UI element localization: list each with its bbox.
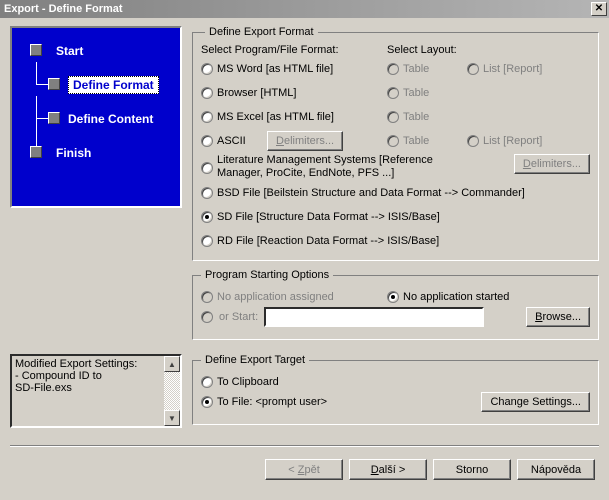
label-table: Table xyxy=(403,87,429,99)
define-format-legend: Define Export Format xyxy=(205,26,318,38)
step-box-icon xyxy=(30,146,42,158)
wizard-step-label: Start xyxy=(56,44,83,58)
label-list-report: List [Report] xyxy=(483,63,542,75)
radio-sd[interactable] xyxy=(201,211,213,223)
define-export-format-group: Define Export Format Select Program/File… xyxy=(192,26,599,261)
target-legend: Define Export Target xyxy=(201,354,309,366)
start-path-input[interactable] xyxy=(264,307,484,327)
help-button[interactable]: Nápověda xyxy=(517,459,595,480)
divider xyxy=(10,445,599,447)
radio-browser[interactable] xyxy=(201,87,213,99)
step-box-icon xyxy=(48,112,60,124)
radio-lit-mgmt[interactable] xyxy=(201,162,213,174)
header-layout: Select Layout: xyxy=(387,44,457,56)
prog-opts-legend: Program Starting Options xyxy=(201,269,333,281)
header-program: Select Program/File Format: xyxy=(201,44,387,56)
radio-to-clipboard[interactable] xyxy=(201,376,213,388)
radio-no-app-assigned xyxy=(201,291,213,303)
wizard-step-define-format[interactable]: Define Format xyxy=(20,72,172,98)
radio-rd[interactable] xyxy=(201,235,213,247)
modified-settings-box: Modified Export Settings: - Compound ID … xyxy=(10,354,182,428)
step-box-icon xyxy=(30,44,42,56)
label-table: Table xyxy=(403,135,429,147)
radio-ascii[interactable] xyxy=(201,135,213,147)
radio-table xyxy=(387,135,399,147)
title-bar: Export - Define Format ✕ xyxy=(0,0,609,18)
wizard-step-label: Define Format xyxy=(68,76,159,94)
label-to-file: To File: <prompt user> xyxy=(217,396,327,408)
label-table: Table xyxy=(403,111,429,123)
window-title: Export - Define Format xyxy=(4,3,591,15)
radio-msword[interactable] xyxy=(201,63,213,75)
wizard-step-finish[interactable]: Finish xyxy=(20,140,172,166)
define-export-target-group: Define Export Target To Clipboard To Fil… xyxy=(192,354,599,425)
label-msword: MS Word [as HTML file] xyxy=(217,63,333,75)
label-or-start: or Start: xyxy=(219,311,258,323)
label-table: Table xyxy=(403,63,429,75)
label-no-app-started: No application started xyxy=(403,291,509,303)
radio-table xyxy=(387,63,399,75)
label-to-clipboard: To Clipboard xyxy=(217,376,279,388)
scroll-up-icon[interactable]: ▲ xyxy=(164,356,180,372)
program-starting-options-group: Program Starting Options No application … xyxy=(192,269,599,340)
radio-list-report xyxy=(467,135,479,147)
change-settings-button[interactable]: Change Settings... xyxy=(481,392,590,412)
label-msexcel: MS Excel [as HTML file] xyxy=(217,111,334,123)
delimiters-button[interactable]: Delimiters... xyxy=(267,131,343,151)
back-button[interactable]: < Zpět xyxy=(265,459,343,480)
label-list-report: List [Report] xyxy=(483,135,542,147)
radio-table xyxy=(387,111,399,123)
scroll-down-icon[interactable]: ▼ xyxy=(164,410,180,426)
radio-to-file[interactable] xyxy=(201,396,213,408)
label-ascii: ASCII xyxy=(217,135,263,147)
label-lit-mgmt: Literature Management Systems [Reference… xyxy=(217,154,461,180)
label-browser: Browser [HTML] xyxy=(217,87,296,99)
label-no-app-assigned: No application assigned xyxy=(217,291,334,303)
wizard-step-label: Finish xyxy=(56,146,91,160)
scroll-track[interactable] xyxy=(164,372,180,410)
label-bsd: BSD File [Beilstein Structure and Data F… xyxy=(217,187,525,199)
delimiters-button-2[interactable]: Delimiters... xyxy=(514,154,590,174)
close-icon[interactable]: ✕ xyxy=(591,2,607,16)
radio-no-app-started[interactable] xyxy=(387,291,399,303)
scrollbar[interactable]: ▲ ▼ xyxy=(164,356,180,426)
cancel-button[interactable]: Storno xyxy=(433,459,511,480)
footer-buttons: < Zpět Další > Storno Nápověda xyxy=(10,459,599,480)
wizard-step-start[interactable]: Start xyxy=(20,38,172,64)
label-rd: RD File [Reaction Data Format --> ISIS/B… xyxy=(217,235,439,247)
browse-button[interactable]: Browse... xyxy=(526,307,590,327)
modified-settings-text: Modified Export Settings: - Compound ID … xyxy=(12,356,164,426)
radio-table xyxy=(387,87,399,99)
radio-or-start xyxy=(201,311,213,323)
radio-msexcel[interactable] xyxy=(201,111,213,123)
next-button[interactable]: Další > xyxy=(349,459,427,480)
radio-list-report xyxy=(467,63,479,75)
step-box-icon xyxy=(48,78,60,90)
wizard-step-label: Define Content xyxy=(68,112,153,126)
label-sd: SD File [Structure Data Format --> ISIS/… xyxy=(217,211,440,223)
wizard-nav: Start Define Format Define Content Finis… xyxy=(10,26,182,208)
wizard-step-define-content[interactable]: Define Content xyxy=(20,106,172,132)
radio-bsd[interactable] xyxy=(201,187,213,199)
